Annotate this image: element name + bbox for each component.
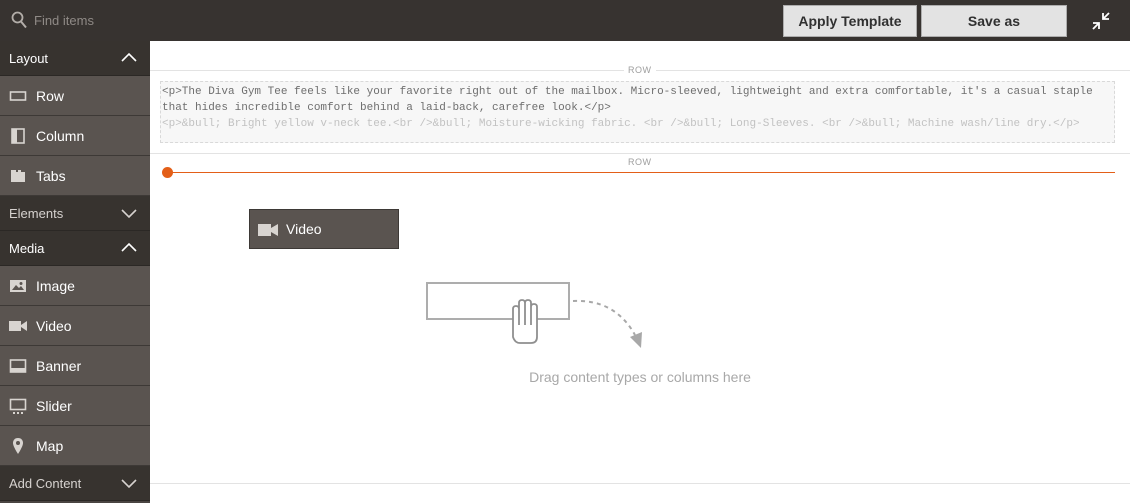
html-code-block[interactable]: <p>The Diva Gym Tee feels like your favo… bbox=[160, 81, 1115, 143]
video-icon bbox=[258, 224, 278, 236]
group-media-header[interactable]: Media bbox=[0, 231, 150, 266]
chevron-down-icon bbox=[121, 209, 137, 219]
chevron-down-icon bbox=[121, 479, 137, 489]
image-icon bbox=[10, 280, 26, 292]
column-icon bbox=[11, 128, 25, 144]
sidebar-item-label: Video bbox=[36, 317, 72, 334]
search-input[interactable] bbox=[34, 10, 144, 30]
sidebar-item-label: Slider bbox=[36, 397, 72, 414]
row-divider bbox=[150, 153, 1130, 154]
drag-hand-illustration bbox=[426, 282, 642, 348]
banner-icon bbox=[9, 359, 27, 373]
sidebar-item-tabs[interactable]: Tabs bbox=[0, 156, 150, 196]
video-icon bbox=[9, 321, 27, 331]
collapse-fullscreen-icon[interactable] bbox=[1090, 10, 1112, 32]
group-layout-header[interactable]: Layout bbox=[0, 41, 150, 76]
search-icon bbox=[11, 11, 27, 29]
sidebar-item-slider[interactable]: Slider bbox=[0, 386, 150, 426]
sidebar-item-label: Banner bbox=[36, 357, 82, 374]
save-as-template-button[interactable]: Save as Template bbox=[921, 5, 1067, 59]
sidebar-item-video[interactable]: Video bbox=[0, 306, 150, 346]
sidebar-item-label: Column bbox=[36, 127, 85, 144]
sidebar-item-label: Image bbox=[36, 277, 75, 294]
content-types-panel: Layout Row Column Tabs Elements Media Im… bbox=[0, 41, 150, 503]
chevron-up-icon bbox=[121, 242, 137, 252]
row-label: ROW bbox=[624, 65, 656, 75]
html-code-text: <p>&bull; Bright yellow v-neck tee.<br /… bbox=[162, 118, 1080, 130]
dragging-item-label: Video bbox=[286, 221, 322, 237]
group-label: Add Content bbox=[9, 475, 82, 491]
group-label: Layout bbox=[9, 50, 49, 66]
sidebar-item-label: Map bbox=[36, 437, 64, 454]
sidebar-item-row[interactable]: Row bbox=[0, 76, 150, 116]
page-builder-stage: ROW <p>The Diva Gym Tee feels like your … bbox=[150, 41, 1130, 503]
chevron-up-icon bbox=[121, 52, 137, 62]
group-elements-header[interactable]: Elements bbox=[0, 196, 150, 231]
sidebar-item-column[interactable]: Column bbox=[0, 116, 150, 156]
map-pin-icon bbox=[13, 438, 23, 454]
group-label: Media bbox=[9, 240, 45, 256]
sidebar-item-image[interactable]: Image bbox=[0, 266, 150, 306]
search-box bbox=[0, 0, 150, 41]
drop-placeholder-text: Drag content types or columns here bbox=[529, 369, 751, 385]
sidebar-item-label: Tabs bbox=[36, 167, 66, 184]
group-label: Elements bbox=[9, 205, 64, 221]
row-label: ROW bbox=[624, 157, 656, 167]
top-toolbar: Apply Template Save as Template bbox=[0, 0, 1130, 59]
sidebar-item-map[interactable]: Map bbox=[0, 426, 150, 466]
tabs-icon bbox=[11, 170, 25, 182]
sidebar-item-banner[interactable]: Banner bbox=[0, 346, 150, 386]
dragging-video-item[interactable]: Video bbox=[249, 209, 399, 249]
sidebar-item-label: Row bbox=[36, 87, 65, 104]
apply-template-button[interactable]: Apply Template bbox=[783, 5, 917, 37]
stage-bottom-divider bbox=[150, 483, 1130, 484]
drop-indicator-line bbox=[167, 172, 1115, 173]
slider-icon bbox=[9, 398, 27, 414]
html-code-text: <p>The Diva Gym Tee feels like your favo… bbox=[162, 86, 1093, 114]
row-icon bbox=[9, 91, 27, 101]
group-add-content-header[interactable]: Add Content bbox=[0, 466, 150, 501]
drop-indicator-dot bbox=[162, 167, 173, 178]
